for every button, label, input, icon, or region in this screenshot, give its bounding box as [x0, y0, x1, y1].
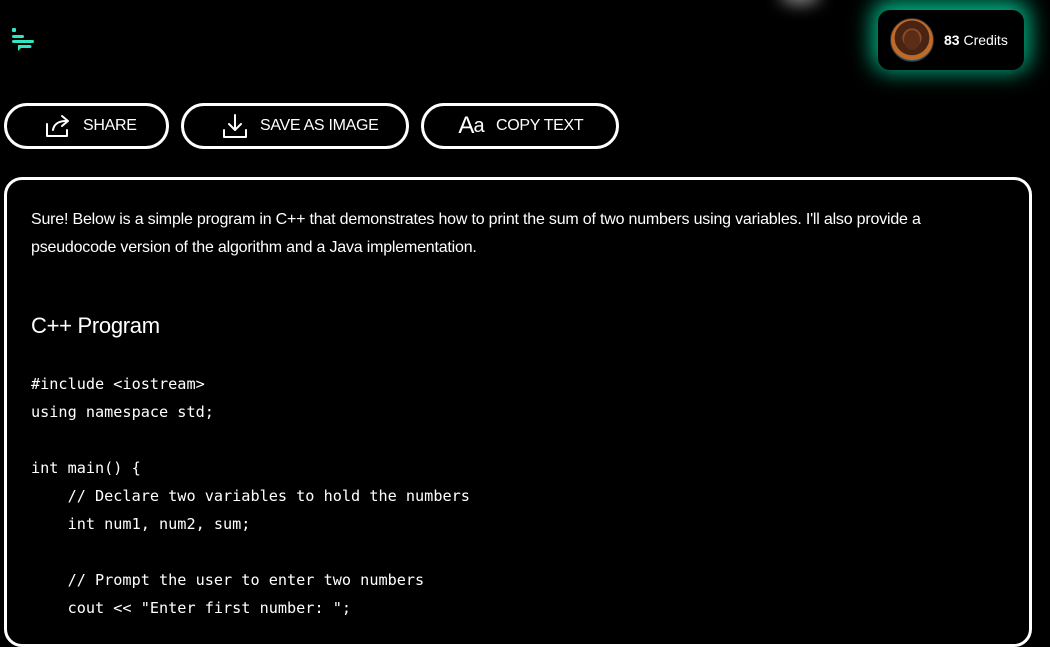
- credits-label: Credits: [963, 32, 1008, 48]
- section-heading: C++ Program: [31, 313, 160, 338]
- response-intro: Sure! Below is a simple program in C++ t…: [31, 211, 921, 256]
- save-as-image-button[interactable]: SAVE AS IMAGE: [181, 103, 409, 149]
- copy-text-label: COPY TEXT: [496, 117, 584, 134]
- code-block[interactable]: #include <iostream> using namespace std;…: [31, 370, 470, 622]
- decorative-glow: [780, 0, 820, 4]
- download-icon: [220, 111, 250, 141]
- share-label: SHARE: [83, 117, 137, 134]
- share-icon: [43, 111, 73, 141]
- avatar-face: [904, 30, 920, 50]
- top-bar: 83 Credits: [0, 0, 1050, 90]
- menu-lines-icon[interactable]: [10, 26, 36, 52]
- text-format-icon: Aa: [458, 112, 484, 139]
- credits-badge[interactable]: 83 Credits: [878, 10, 1024, 70]
- credits-text: 83 Credits: [944, 32, 1008, 48]
- avatar[interactable]: [890, 18, 934, 62]
- save-as-image-label: SAVE AS IMAGE: [260, 117, 379, 134]
- action-bar: SHARE SAVE AS IMAGE Aa COPY TEXT: [4, 103, 619, 149]
- credits-count: 83: [944, 32, 960, 48]
- copy-text-button[interactable]: Aa COPY TEXT: [421, 103, 619, 149]
- response-card: Sure! Below is a simple program in C++ t…: [4, 177, 1032, 647]
- share-button[interactable]: SHARE: [4, 103, 169, 149]
